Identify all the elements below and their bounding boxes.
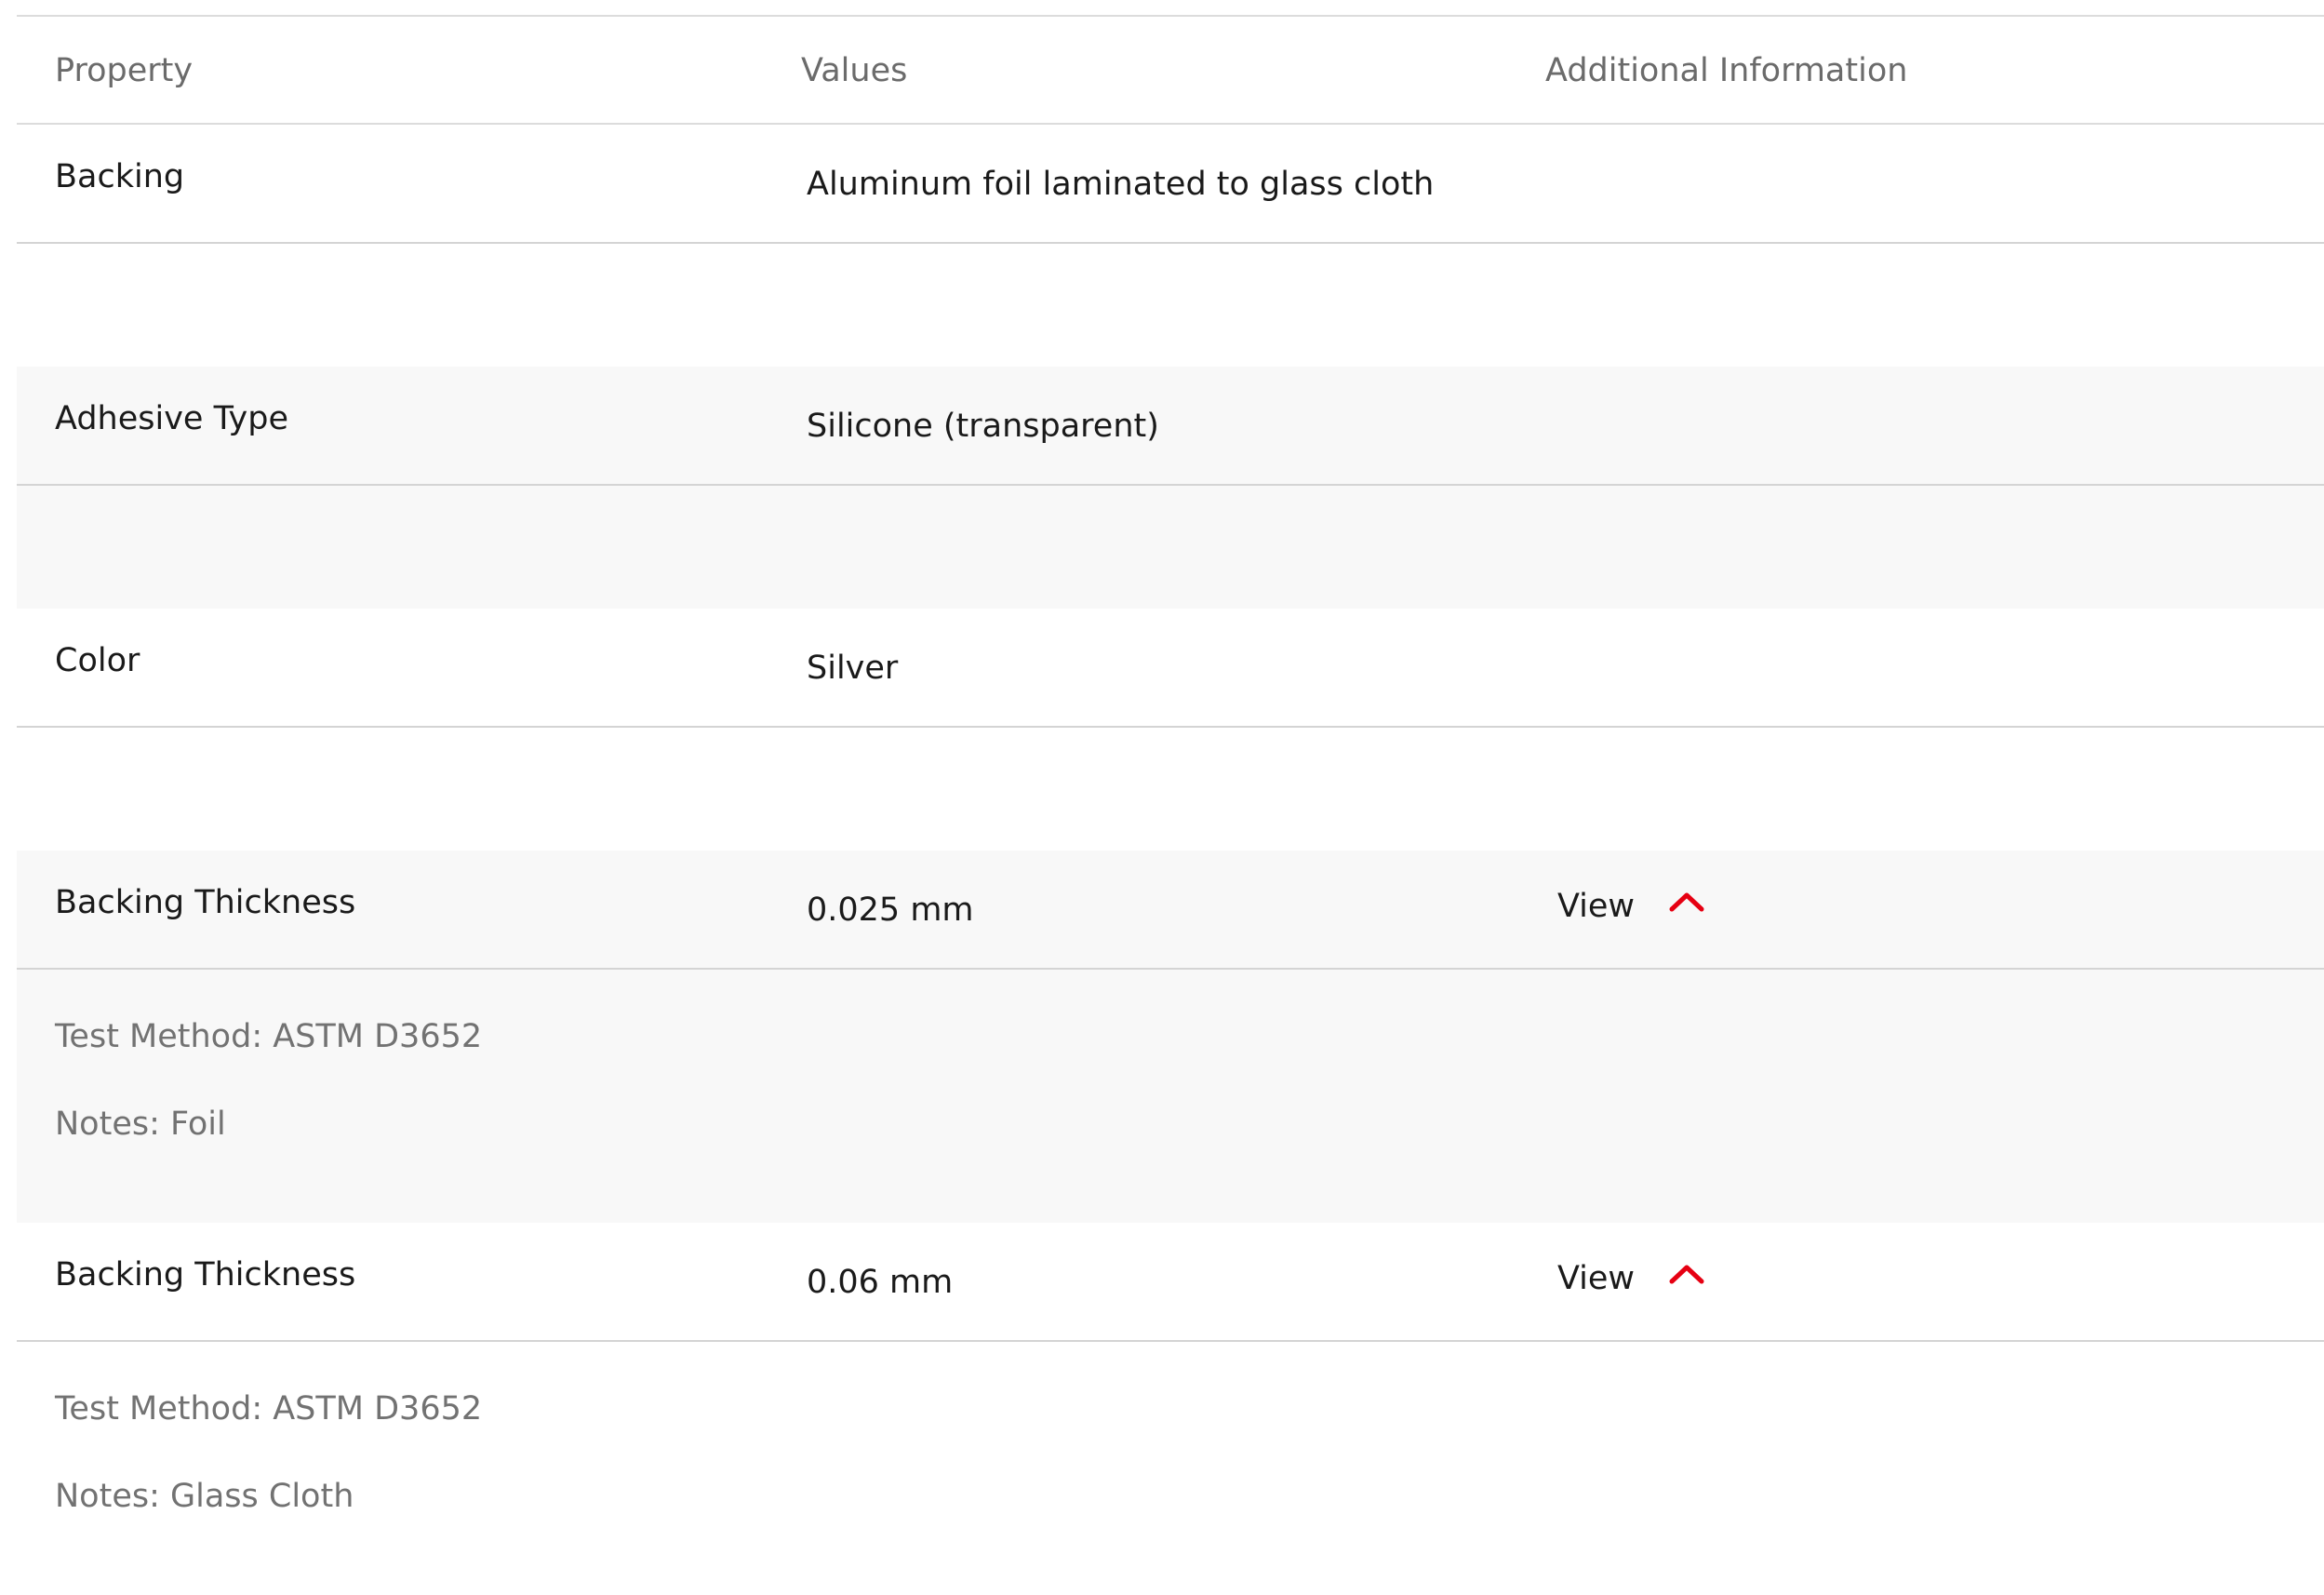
property-name: Backing Thickness <box>55 1256 356 1293</box>
property-name: Color <box>55 642 140 679</box>
view-label[interactable]: View <box>1557 1260 1635 1297</box>
property-value: 0.025 mm <box>807 891 974 929</box>
row-spacer <box>17 244 2324 367</box>
property-value: 0.06 mm <box>807 1264 954 1301</box>
column-header-additional-information: Additional Information <box>1545 52 1908 89</box>
view-label[interactable]: View <box>1557 888 1635 925</box>
table-row: Adhesive Type Silicone (transparent) <box>17 367 2324 486</box>
row-spacer <box>17 728 2324 851</box>
table-header: Property Values Additional Information <box>17 17 2324 125</box>
column-header-values: Values <box>801 52 908 89</box>
row-details-panel: Test Method: ASTM D3652 Notes: Glass Clo… <box>17 1342 2324 1595</box>
property-name: Backing Thickness <box>55 884 356 921</box>
property-value: Silicone (transparent) <box>807 408 1159 445</box>
table-row: Backing Thickness 0.025 mm View <box>17 851 2324 970</box>
view-details-toggle[interactable]: View <box>1557 1256 1705 1301</box>
chevron-up-icon[interactable] <box>1668 1263 1705 1285</box>
table-row: Backing Aluminum foil laminated to glass… <box>17 125 2324 244</box>
table-row: Color Silver <box>17 609 2324 728</box>
test-method: Test Method: ASTM D3652 <box>55 1018 483 1055</box>
chevron-up-icon[interactable] <box>1668 891 1705 913</box>
column-header-property: Property <box>55 52 194 89</box>
table-row: Backing Thickness 0.06 mm View <box>17 1223 2324 1342</box>
notes: Notes: Glass Cloth <box>55 1478 354 1515</box>
row-details-panel: Test Method: ASTM D3652 Notes: Foil <box>17 970 2324 1223</box>
test-method: Test Method: ASTM D3652 <box>55 1390 483 1427</box>
row-spacer <box>17 486 2324 609</box>
property-name: Backing <box>55 158 185 195</box>
property-value: Aluminum foil laminated to glass cloth <box>807 166 1435 203</box>
notes: Notes: Foil <box>55 1106 226 1143</box>
property-value: Silver <box>807 650 899 687</box>
view-details-toggle[interactable]: View <box>1557 884 1705 929</box>
property-name: Adhesive Type <box>55 400 288 437</box>
properties-table: Property Values Additional Information B… <box>17 15 2324 1595</box>
